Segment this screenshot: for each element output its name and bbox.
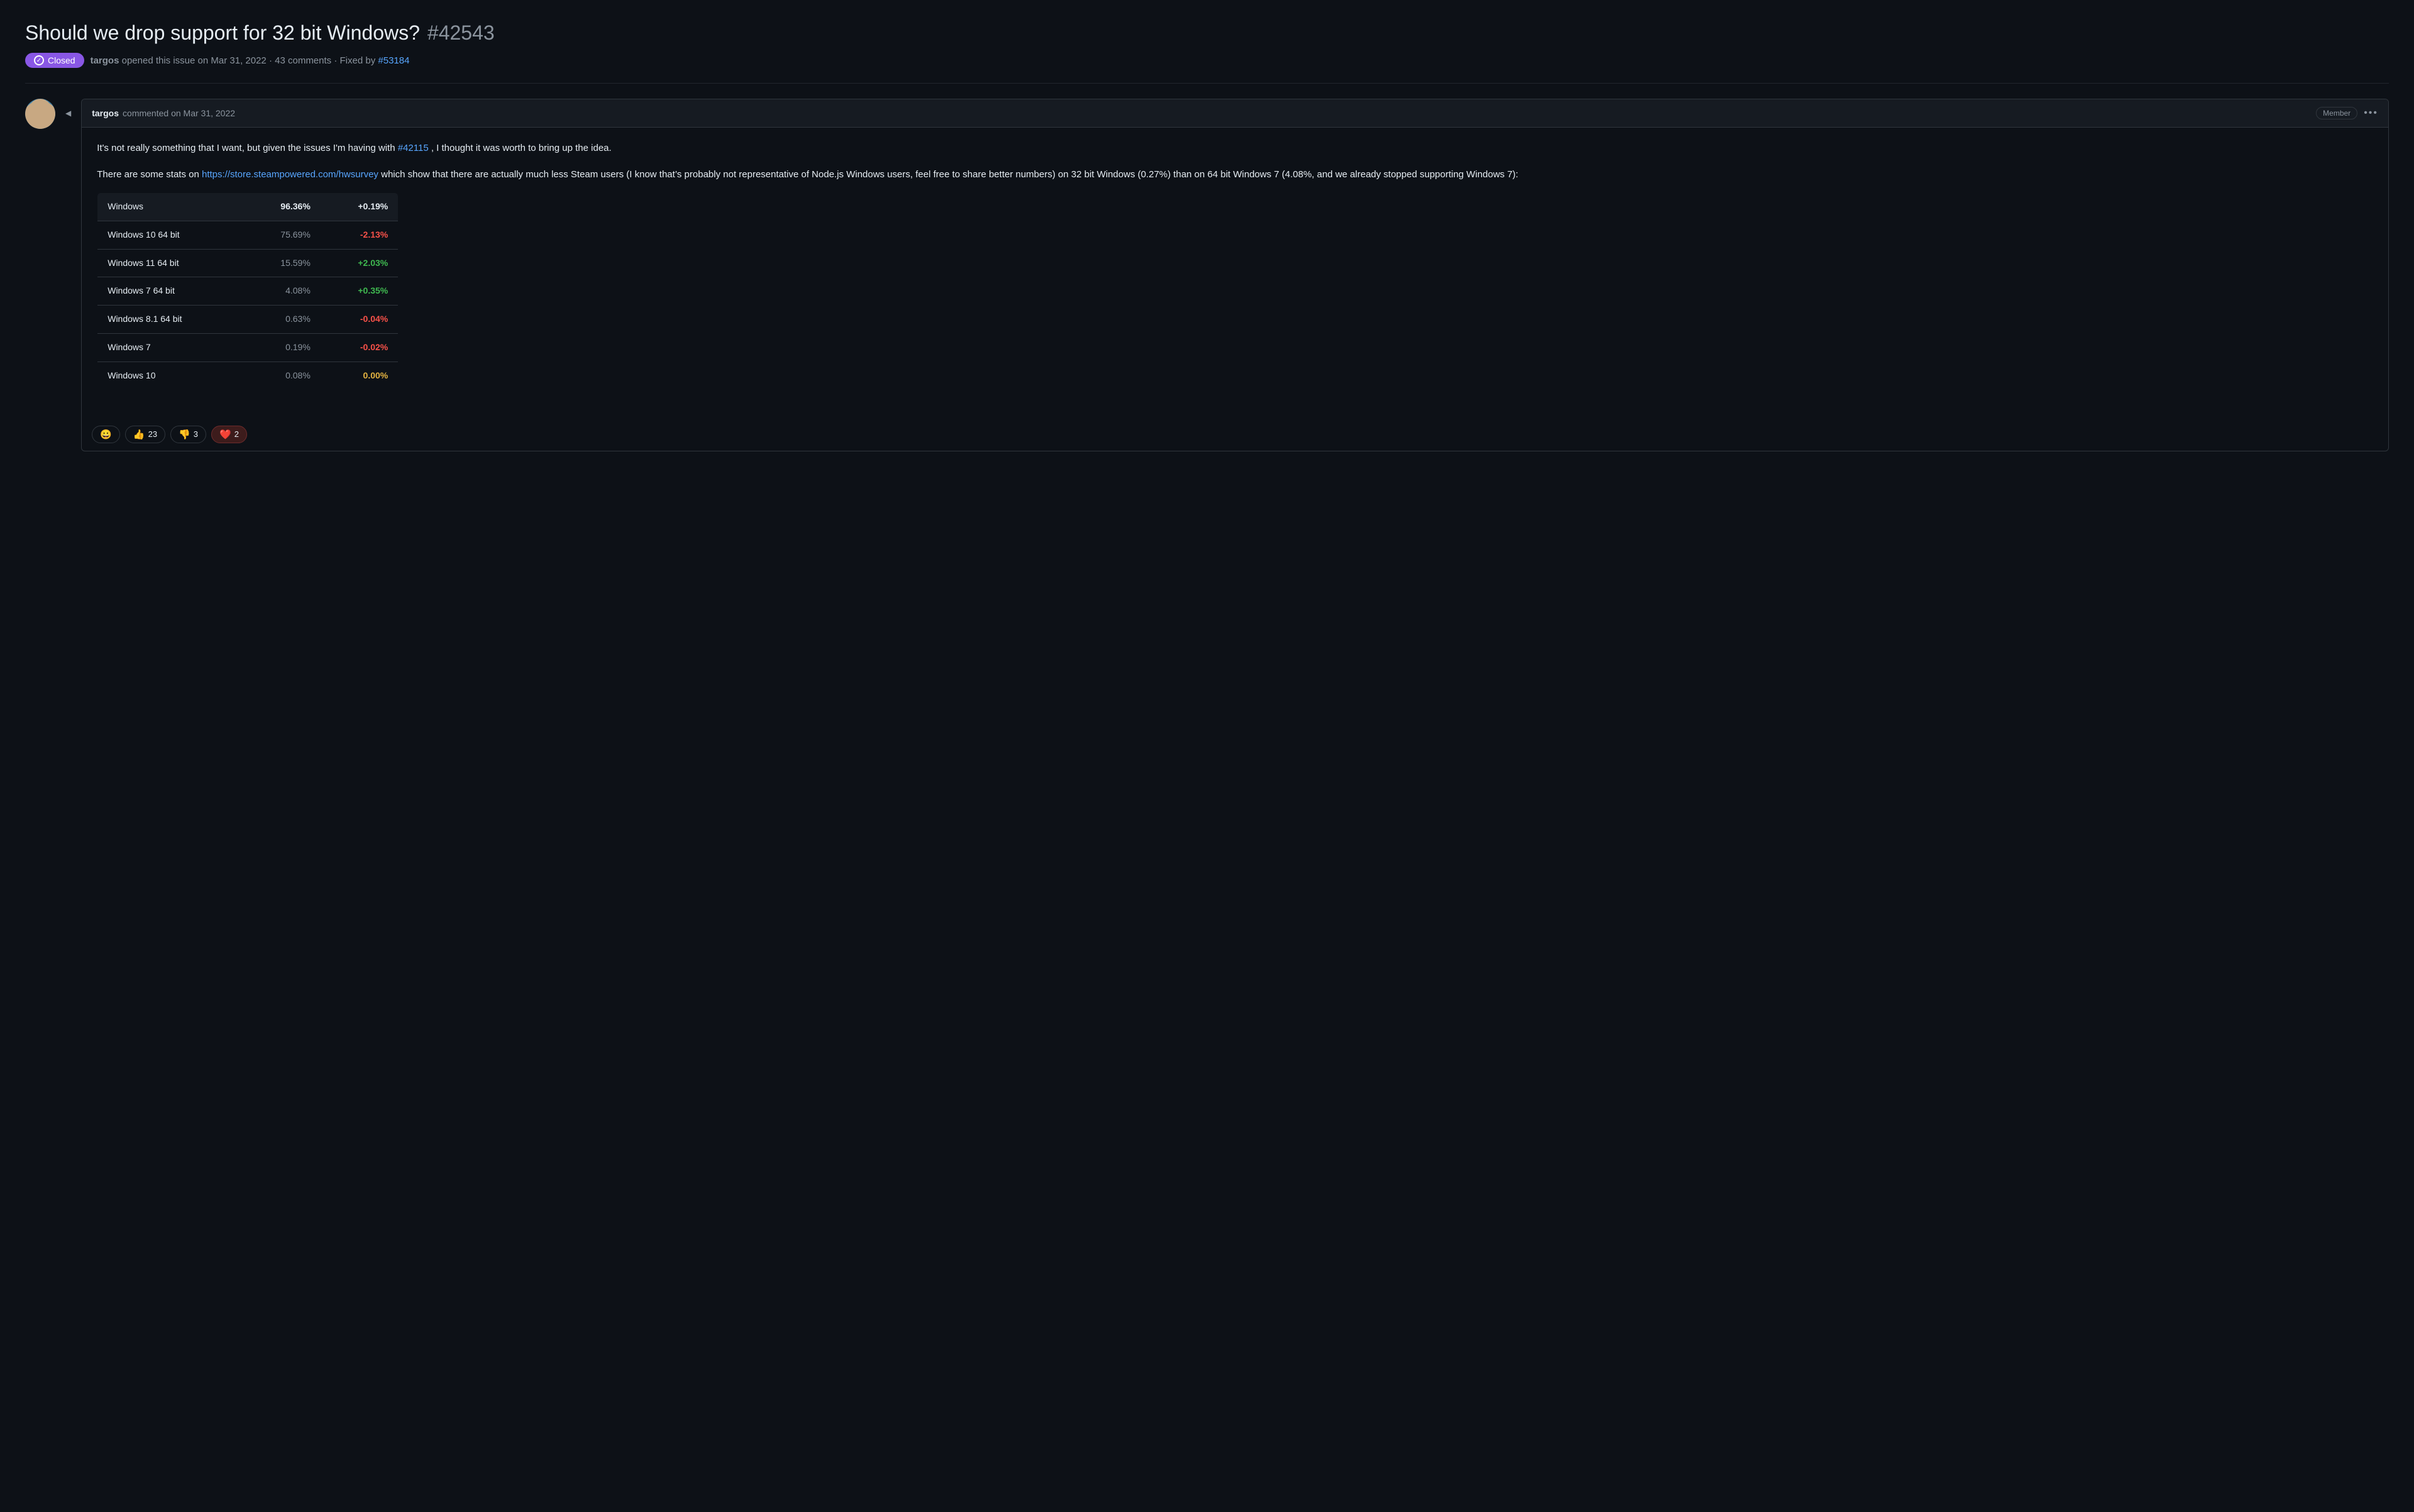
collapse-arrow[interactable]: ◀ — [65, 109, 71, 118]
issue-title: Should we drop support for 32 bit Window… — [25, 20, 2389, 45]
heart-count: 2 — [234, 429, 239, 439]
thumbsup-count: 23 — [148, 429, 157, 439]
divider — [25, 83, 2389, 84]
comment-paragraph-2: There are some stats on https://store.st… — [97, 167, 2373, 183]
row-percent: 0.19% — [243, 333, 321, 361]
comment-date-value: Mar 31, 2022 — [184, 108, 236, 118]
row-name: Windows 10 — [97, 361, 244, 390]
fixed-by-ref[interactable]: #53184 — [378, 55, 409, 66]
row-name: Windows 8.1 64 bit — [97, 306, 244, 334]
comment-author: targos — [92, 108, 119, 118]
table-row: Windows 10 0.08% 0.00% — [97, 361, 399, 390]
reaction-heart-button[interactable]: ❤️ 2 — [211, 426, 247, 443]
issue-number: #42543 — [427, 20, 495, 45]
avatar — [25, 99, 55, 129]
smiley-emoji: 😀 — [100, 429, 112, 440]
header-col-2: 96.36% — [243, 193, 321, 221]
thumbsdown-emoji: 👎 — [179, 429, 190, 440]
member-badge: Member — [2316, 107, 2357, 119]
table-row: Windows 7 0.19% -0.02% — [97, 333, 399, 361]
row-percent: 0.63% — [243, 306, 321, 334]
fixed-by-label: Fixed by — [340, 55, 376, 66]
row-name: Windows 7 64 bit — [97, 277, 244, 306]
check-icon: ✓ — [34, 55, 44, 65]
issue-author: targos — [91, 55, 119, 66]
row-change: -2.13% — [321, 221, 399, 249]
comment-header-right: Member ••• — [2316, 107, 2378, 119]
issue-meta: ✓ Closed targos opened this issue on Mar… — [25, 53, 2389, 68]
thumbsdown-count: 3 — [194, 429, 198, 439]
avatar-image — [25, 99, 55, 129]
table-row: Windows 10 64 bit 75.69% -2.13% — [97, 221, 399, 249]
thumbsup-emoji: 👍 — [133, 429, 145, 440]
table-row: Windows 8.1 64 bit 0.63% -0.04% — [97, 306, 399, 334]
reaction-thumbsup-button[interactable]: 👍 23 — [125, 426, 165, 443]
stats-table: Windows 96.36% +0.19% Windows 10 64 bit … — [97, 192, 399, 390]
comment-header-left: targos commented on Mar 31, 2022 — [92, 108, 235, 118]
row-change: -0.02% — [321, 333, 399, 361]
row-name: Windows 10 64 bit — [97, 221, 244, 249]
issue-title-text: Should we drop support for 32 bit Window… — [25, 20, 420, 45]
status-label: Closed — [48, 55, 75, 65]
row-change: +0.35% — [321, 277, 399, 306]
row-percent: 75.69% — [243, 221, 321, 249]
reaction-thumbsdown-button[interactable]: 👎 3 — [170, 426, 206, 443]
comments-count: 43 comments — [275, 55, 331, 66]
issue-meta-text: targos opened this issue on Mar 31, 2022… — [91, 55, 410, 66]
row-name: Windows 7 — [97, 333, 244, 361]
comment-section: ◀ targos commented on Mar 31, 2022 Membe… — [25, 99, 2389, 451]
row-name: Windows 11 64 bit — [97, 249, 244, 277]
comment-paragraph-1: It's not really something that I want, b… — [97, 140, 2373, 157]
header-col-3: +0.19% — [321, 193, 399, 221]
comment-box: targos commented on Mar 31, 2022 Member … — [81, 99, 2389, 451]
row-percent: 0.08% — [243, 361, 321, 390]
table-row: Windows 7 64 bit 4.08% +0.35% — [97, 277, 399, 306]
issue-date: Mar 31, 2022 — [211, 55, 266, 66]
issue-header: Should we drop support for 32 bit Window… — [25, 20, 2389, 68]
row-change: +2.03% — [321, 249, 399, 277]
reaction-smiley-button[interactable]: 😀 — [92, 426, 120, 443]
header-col-1: Windows — [97, 193, 244, 221]
table-row: Windows 11 64 bit 15.59% +2.03% — [97, 249, 399, 277]
comment-body: It's not really something that I want, b… — [82, 128, 2388, 418]
row-change: -0.04% — [321, 306, 399, 334]
issue-ref-link[interactable]: #42115 — [398, 143, 429, 153]
heart-emoji: ❤️ — [219, 429, 231, 440]
more-options-button[interactable]: ••• — [2364, 108, 2378, 119]
row-percent: 15.59% — [243, 249, 321, 277]
row-percent: 4.08% — [243, 277, 321, 306]
status-badge: ✓ Closed — [25, 53, 84, 68]
row-change: 0.00% — [321, 361, 399, 390]
comment-action: commented on Mar 31, 2022 — [123, 108, 235, 118]
steam-survey-link[interactable]: https://store.steampowered.com/hwsurvey — [202, 169, 378, 180]
reactions-bar: 😀 👍 23 👎 3 ❤️ 2 — [82, 418, 2388, 451]
table-header-row: Windows 96.36% +0.19% — [97, 193, 399, 221]
comment-header: targos commented on Mar 31, 2022 Member … — [82, 99, 2388, 128]
